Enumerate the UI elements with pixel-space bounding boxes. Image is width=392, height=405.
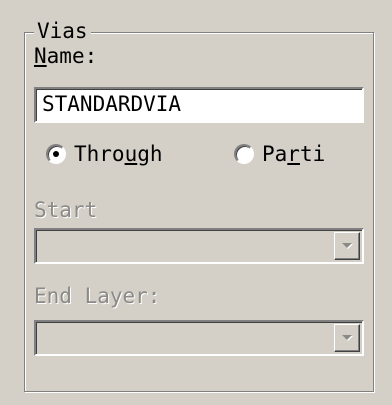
vias-panel: Vias Name: STANDARDVIA Through Parti Sta… [0,0,392,405]
partial-radio[interactable] [234,144,254,164]
name-label-text: ame: [46,44,98,68]
through-radio-label[interactable]: Through [74,142,163,166]
start-layer-label: Start [34,198,98,222]
via-name-input[interactable]: STANDARDVIA [34,87,364,123]
partial-radio-label[interactable]: Parti [262,142,325,166]
radio-selected-icon [53,151,59,157]
name-label-accelerator: N [34,44,47,68]
partial-label-pre: Pa [262,142,288,166]
end-layer-select[interactable] [34,320,364,356]
through-radio[interactable] [46,144,66,164]
through-label-pre: Thro [74,142,125,166]
through-label-post: gh [137,142,163,166]
chevron-down-icon [342,335,352,340]
end-layer-dropdown-button[interactable] [334,324,360,352]
groupbox-title: Vias [34,19,91,43]
through-label-accelerator: u [124,142,138,166]
end-layer-label: End Layer: [34,284,161,308]
start-layer-dropdown-button[interactable] [334,232,360,260]
chevron-down-icon [342,243,352,248]
partial-label-post: ti [299,142,326,166]
start-layer-select[interactable] [34,228,364,264]
partial-label-accelerator: r [287,142,300,166]
name-label: Name: [34,44,97,68]
